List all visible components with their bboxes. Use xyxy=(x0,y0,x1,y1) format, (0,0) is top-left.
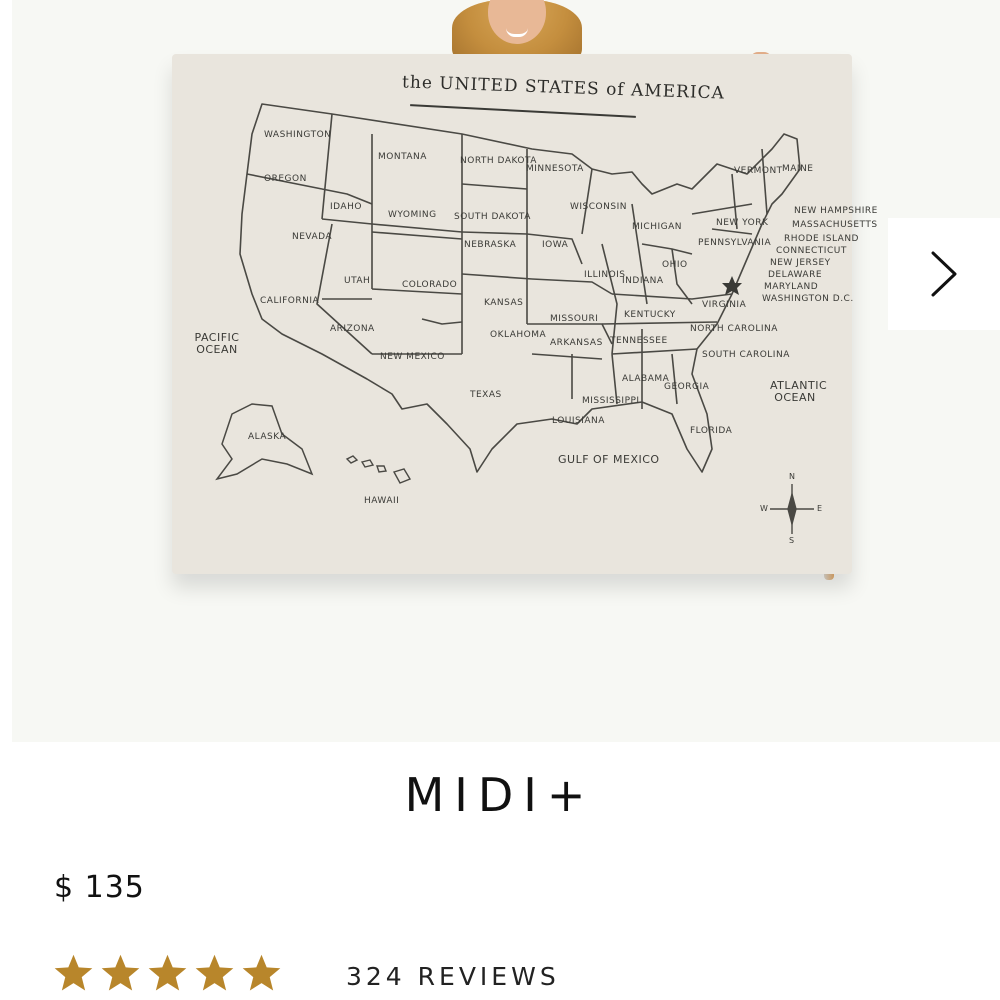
gulf-label: GULF of MEXICO xyxy=(558,453,660,466)
map-blanket: the UNITED STATES of AMERICA WASHINGTON … xyxy=(172,54,877,574)
state-label-idaho: IDAHO xyxy=(330,202,362,212)
state-label-missouri: MISSOURI xyxy=(550,314,599,324)
state-label-colorado: COLORADO xyxy=(402,280,458,290)
state-label-virginia: VIRGINIA xyxy=(702,300,747,310)
star-icon xyxy=(54,954,93,991)
state-label-south-dakota: SOUTH DAKOTA xyxy=(454,212,531,222)
state-label-south-carolina: SOUTH CAROLINA xyxy=(702,350,790,360)
state-label-illinois: ILLINOIS xyxy=(584,270,626,280)
state-label-rhode-island: RHODE ISLAND xyxy=(784,234,859,244)
state-label-arkansas: ARKANSAS xyxy=(550,338,603,348)
state-label-kansas: KANSAS xyxy=(484,298,524,308)
next-image-button[interactable] xyxy=(888,218,1000,330)
state-label-nevada: NEVADA xyxy=(292,232,333,242)
star-icon xyxy=(148,954,187,991)
compass-s: S xyxy=(789,536,795,545)
star-icon xyxy=(101,954,140,991)
state-label-utah: UTAH xyxy=(344,276,371,286)
state-label-arizona: ARIZONA xyxy=(330,324,375,334)
state-label-michigan: MICHIGAN xyxy=(632,222,682,232)
state-label-wisconsin: WISCONSIN xyxy=(570,202,627,212)
state-label-vermont: VERMONT xyxy=(734,166,783,176)
state-label-iowa: IOWA xyxy=(542,240,569,250)
star-icon xyxy=(242,954,281,991)
state-label-kentucky: KENTUCKY xyxy=(624,310,676,320)
product-price: $ 135 xyxy=(54,870,145,905)
star-rating[interactable] xyxy=(52,952,283,995)
state-label-indiana: INDIANA xyxy=(622,276,664,286)
star-icon xyxy=(195,954,234,991)
state-label-new-jersey: NEW JERSEY xyxy=(770,258,831,268)
state-label-oregon: OREGON xyxy=(264,174,307,184)
state-label-north-carolina: NORTH CAROLINA xyxy=(690,324,778,334)
chevron-right-icon xyxy=(931,251,957,297)
state-label-georgia: GEORGIA xyxy=(664,382,710,392)
state-label-california: CALIFORNIA xyxy=(260,296,320,306)
state-label-hawaii: HAWAII xyxy=(364,496,400,506)
state-label-washington-dc: WASHINGTON D.C. xyxy=(762,294,854,304)
state-label-new-mexico: NEW MEXICO xyxy=(380,352,445,362)
state-label-massachusetts: MASSACHUSETTS xyxy=(792,220,878,230)
compass-e: E xyxy=(817,504,823,513)
state-label-connecticut: CONNECTICUT xyxy=(776,246,847,256)
compass-w: W xyxy=(760,504,769,513)
state-label-maine: MAINE xyxy=(782,164,814,174)
state-label-texas: TEXAS xyxy=(470,390,502,400)
ocean-label-atlantic: ATLANTIC OCEAN xyxy=(770,379,828,404)
state-label-wyoming: WYOMING xyxy=(388,210,437,220)
state-label-mississippi: MISSISSIPPI xyxy=(582,396,640,406)
state-label-washington: WASHINGTON xyxy=(264,130,332,140)
page-left-edge xyxy=(0,0,12,742)
state-label-new-hampshire: NEW HAMPSHIRE xyxy=(794,206,878,216)
state-label-oklahoma: OKLAHOMA xyxy=(490,330,547,340)
state-label-florida: FLORIDA xyxy=(690,426,733,436)
state-label-minnesota: MINNESOTA xyxy=(526,164,584,174)
state-label-ohio: OHIO xyxy=(662,260,688,270)
product-title: MIDI+ xyxy=(404,768,596,822)
compass-n: N xyxy=(789,472,796,481)
reviews-link[interactable]: 324 REVIEWS xyxy=(346,962,560,991)
product-image-gallery[interactable]: the UNITED STATES of AMERICA WASHINGTON … xyxy=(12,0,1000,742)
state-label-alabama: ALABAMA xyxy=(622,374,670,384)
state-label-delaware: DELAWARE xyxy=(768,270,823,280)
state-label-montana: MONTANA xyxy=(378,152,427,162)
state-label-tennessee: TENNESSEE xyxy=(610,336,668,346)
state-label-new-york: NEW YORK xyxy=(716,218,769,228)
state-label-alaska: ALASKA xyxy=(248,432,287,442)
state-label-louisiana: LOUISIANA xyxy=(552,416,605,426)
ocean-label-pacific: PACIFIC OCEAN xyxy=(194,331,240,356)
state-label-pennsylvania: PENNSYLVANIA xyxy=(698,238,772,248)
state-label-maryland: MARYLAND xyxy=(764,282,819,292)
state-label-nebraska: NEBRASKA xyxy=(464,240,517,250)
